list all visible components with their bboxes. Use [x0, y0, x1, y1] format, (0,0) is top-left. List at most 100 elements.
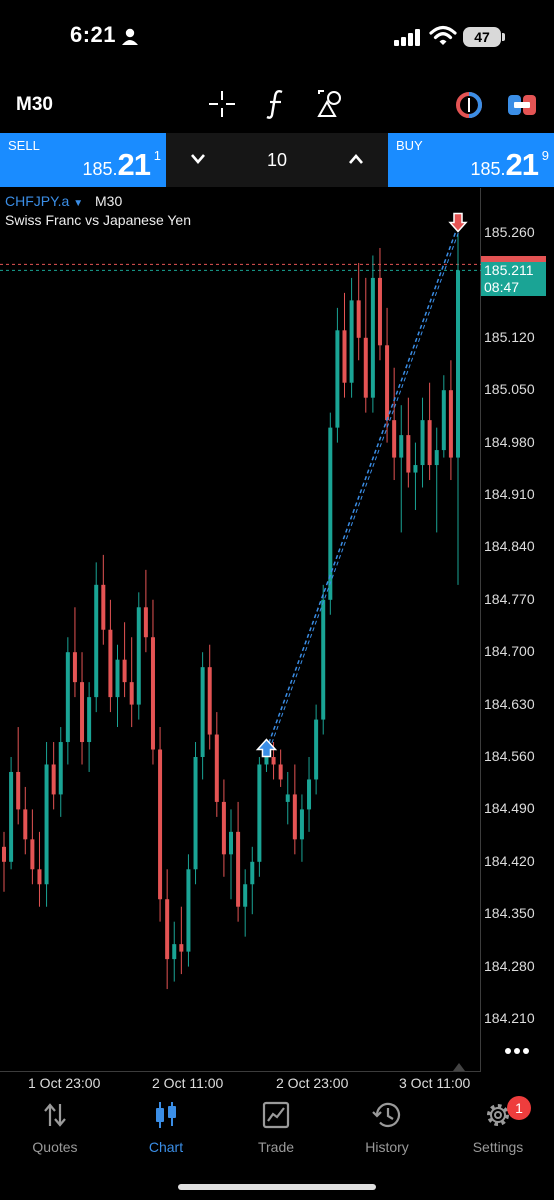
candle-body: [420, 420, 425, 466]
candle-body: [51, 764, 56, 795]
timeframe-button[interactable]: M30: [16, 94, 53, 116]
battery-indicator: 47: [463, 27, 501, 47]
candle-body: [356, 300, 361, 338]
symbol-name[interactable]: CHFJPY.a ▼: [5, 193, 83, 209]
current-price-tag: 185.211 08:47: [481, 262, 546, 296]
nav-history[interactable]: History: [332, 1100, 442, 1160]
sell-label: SELL: [8, 138, 40, 153]
candle-body: [370, 277, 375, 398]
status-time: 6:21: [70, 22, 117, 47]
candle-body: [214, 734, 219, 802]
more-options-icon[interactable]: [504, 1046, 530, 1056]
candle-body: [58, 742, 63, 795]
price-tick-label: 185.120: [484, 328, 535, 345]
nav-trade-label: Trade: [257, 1139, 295, 1155]
candle-body: [9, 771, 14, 862]
history-icon: [372, 1102, 401, 1128]
candle-body: [2, 846, 6, 862]
nav-settings-label: Settings: [472, 1139, 524, 1155]
candle-body: [23, 809, 28, 840]
buy-price-pip: 9: [541, 148, 549, 163]
notification-badge: 1: [507, 1096, 531, 1120]
volume-control: 10: [166, 133, 388, 187]
candle-body: [236, 831, 241, 907]
price-tick-label: 184.910: [484, 486, 535, 502]
buy-price: 185.21 9: [470, 147, 549, 183]
candle-body: [243, 884, 248, 907]
price-tick-label: 184.630: [484, 695, 535, 712]
scroll-arrow-icon[interactable]: [453, 1061, 465, 1071]
exit-arrow: [448, 212, 468, 233]
trade-panel-toggle-icon[interactable]: [507, 93, 537, 117]
objects-icon[interactable]: [316, 89, 346, 119]
nav-quotes[interactable]: Quotes: [0, 1100, 110, 1160]
candle-body: [307, 779, 312, 810]
trade-line-2: [268, 225, 462, 750]
candle-body: [108, 629, 113, 698]
candle-body: [150, 637, 155, 750]
price-tick-label: 184.280: [484, 957, 535, 974]
candle-body: [285, 794, 290, 802]
candlestick-chart: [0, 212, 481, 990]
price-tick-label: 184.770: [484, 590, 535, 607]
candle-body: [427, 420, 432, 466]
time-tick-label: 3 Oct 11:00: [399, 1075, 471, 1091]
candle-body: [136, 607, 141, 705]
price-tick-label: 185.050: [484, 381, 535, 398]
candle-body: [44, 764, 49, 885]
nav-chart[interactable]: Chart: [111, 1100, 221, 1160]
price-tick-label: 184.350: [484, 905, 535, 922]
price-tick-label: 184.980: [484, 433, 535, 450]
bar-countdown: 08:47: [484, 279, 520, 295]
candle-body: [122, 659, 127, 683]
candle-body: [456, 270, 460, 458]
candle-body: [158, 749, 163, 900]
nav-settings[interactable]: Settings: [443, 1100, 553, 1160]
battery-tip: [502, 33, 505, 41]
chevron-up-icon[interactable]: [348, 153, 364, 165]
candle-body: [87, 697, 92, 743]
trade-line: [265, 225, 459, 750]
chart-icon: [156, 1102, 176, 1128]
candle-body: [385, 345, 390, 421]
symbol-description: Swiss Franc vs Japanese Yen: [5, 212, 191, 228]
candle-body: [80, 682, 85, 743]
candle-body: [328, 427, 333, 600]
candle-body: [257, 764, 262, 862]
candle-body: [278, 764, 283, 780]
chart-timeframe: M30: [95, 193, 123, 209]
price-tick-label: 184.700: [484, 643, 535, 660]
candle-body: [207, 667, 212, 735]
time-tick-label: 2 Oct 23:00: [276, 1075, 349, 1091]
quotes-icon: [44, 1103, 66, 1127]
one-click-trading-icon[interactable]: [455, 91, 483, 119]
buy-button[interactable]: BUY 185.21 9: [388, 133, 554, 187]
price-tick-label: 184.420: [484, 852, 535, 869]
sell-button[interactable]: SELL 185.21 1: [0, 133, 166, 187]
sell-price-big: 21: [117, 147, 151, 182]
candle-body: [342, 330, 347, 383]
nav-trade[interactable]: Trade: [221, 1100, 331, 1160]
buy-label: BUY: [396, 138, 423, 153]
candle-body: [264, 757, 269, 765]
candle-body: [186, 869, 191, 952]
indicators-icon[interactable]: [264, 88, 288, 120]
candle-body: [349, 300, 354, 383]
price-tick-label: 184.210: [484, 1010, 535, 1026]
candle-body: [271, 757, 276, 765]
candle-body: [321, 599, 326, 720]
candle-body: [441, 390, 446, 451]
candle-body: [94, 584, 99, 698]
candle-body: [399, 435, 404, 458]
candle-body: [292, 794, 297, 840]
candle-body: [115, 659, 120, 698]
candle-body: [200, 667, 205, 757]
candle-body: [299, 809, 304, 840]
wifi-icon: [429, 25, 457, 45]
candle-body: [250, 861, 255, 885]
trade-icon: [262, 1101, 290, 1129]
crosshair-icon[interactable]: [208, 90, 236, 118]
candle-body: [65, 652, 70, 743]
buy-price-prefix: 185.: [470, 159, 506, 179]
sell-price: 185.21 1: [82, 147, 161, 183]
